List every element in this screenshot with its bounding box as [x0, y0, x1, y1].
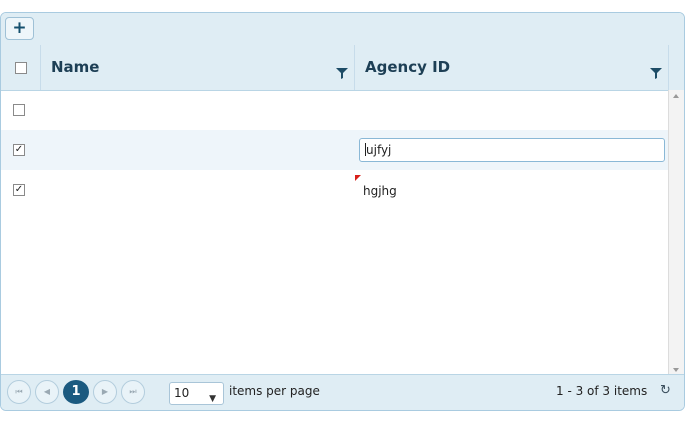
row-checkbox[interactable]: ✓	[13, 184, 25, 196]
filter-icon[interactable]	[650, 67, 662, 79]
agency-id-cell[interactable]: hgjhg	[363, 184, 397, 198]
grid-toolbar: +	[1, 13, 684, 46]
previous-page-button[interactable]: ◀	[35, 380, 59, 404]
page-size-value: 10	[174, 386, 190, 400]
row-checkbox[interactable]: ✓	[13, 144, 25, 156]
grid-pager: ⏮ ◀ 1 ▶ ⏭ 10 ▼ items per page 1 - 3 of 3…	[1, 374, 684, 410]
row-checkbox[interactable]	[13, 104, 25, 116]
data-grid: + Name Agency ID ✓ ujfyj ✓ hgjhg ⏮ ◀ 1 ▶…	[0, 12, 685, 411]
add-row-button[interactable]: +	[5, 17, 34, 40]
items-per-page-label: items per page	[229, 384, 320, 398]
agency-id-input-value: ujfyj	[366, 143, 392, 157]
column-header-agency-id[interactable]: Agency ID	[355, 45, 669, 90]
pager-info: 1 - 3 of 3 items	[556, 384, 648, 398]
select-all-checkbox[interactable]	[15, 62, 27, 74]
vertical-scrollbar[interactable]	[668, 90, 684, 376]
last-page-button[interactable]: ⏭	[121, 380, 145, 404]
first-page-button[interactable]: ⏮	[7, 380, 31, 404]
scroll-down-arrow-icon[interactable]	[673, 368, 679, 372]
page-size-select[interactable]: 10 ▼	[169, 382, 224, 405]
filter-icon[interactable]	[336, 67, 348, 79]
dirty-cell-marker	[355, 175, 361, 181]
table-row[interactable]	[1, 90, 669, 130]
column-title-name: Name	[51, 58, 100, 76]
grid-body: ✓ ujfyj ✓ hgjhg	[1, 90, 669, 376]
column-header-name[interactable]: Name	[41, 45, 355, 90]
refresh-icon[interactable]: ↻	[660, 384, 672, 397]
table-row[interactable]: ✓ hgjhg	[1, 170, 669, 210]
agency-id-edit-input[interactable]: ujfyj	[359, 138, 665, 162]
header-select-cell	[1, 45, 41, 90]
grid-header: Name Agency ID	[1, 45, 684, 91]
column-title-agency-id: Agency ID	[365, 58, 451, 76]
scroll-up-arrow-icon[interactable]	[673, 94, 679, 98]
current-page-button[interactable]: 1	[63, 380, 89, 404]
chevron-down-icon: ▼	[209, 394, 216, 404]
table-row[interactable]: ✓ ujfyj	[1, 130, 669, 170]
next-page-button[interactable]: ▶	[93, 380, 117, 404]
